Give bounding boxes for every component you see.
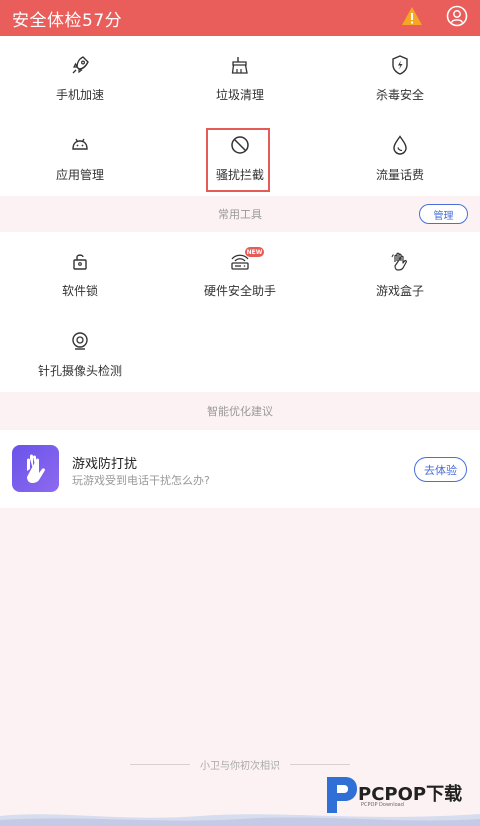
camera-icon — [72, 332, 88, 350]
android-icon — [72, 138, 88, 150]
broom-icon — [231, 57, 248, 74]
grid-item-speedup[interactable]: 手机加速 — [0, 36, 160, 116]
watermark-subtitle: PCPOP Download — [361, 802, 404, 808]
hand-icon — [27, 454, 45, 483]
lock-icon — [73, 254, 87, 270]
shield-icon — [392, 55, 408, 75]
tool-item-label: 针孔摄像头检测 — [37, 364, 122, 378]
tool-item-hardware-assistant[interactable]: 硬件安全助手 — [160, 232, 320, 312]
tool-item-app-lock[interactable]: 软件锁 — [0, 232, 160, 312]
grid-item-label: 杀毒安全 — [375, 88, 424, 102]
suggestion-card[interactable]: 游戏防打扰 玩游戏受到电话干扰怎么办? — [0, 430, 480, 508]
grid-item-app-manage[interactable]: 应用管理 — [0, 116, 160, 196]
tool-item-label: 游戏盒子 — [375, 284, 424, 298]
tools-section-header: 常用工具 管理 — [0, 196, 480, 232]
watermark: PCPOP下载 PCPOP Download — [323, 775, 473, 815]
selection-highlight — [206, 128, 270, 192]
drop-icon — [393, 135, 407, 155]
grid-item-label: 垃圾清理 — [215, 88, 264, 102]
tools-grid: 软件锁 硬件安全助手 游戏盒子 针孔摄像头检测 — [0, 232, 480, 392]
user-icon[interactable] — [446, 5, 468, 27]
grid-item-data-usage[interactable]: 流量话费 — [320, 116, 480, 196]
rocket-icon — [72, 56, 89, 74]
section-title: 智能优化建议 — [207, 405, 273, 418]
grid-item-label: 应用管理 — [55, 168, 104, 182]
top-bar: 安全体检57分 — [0, 0, 480, 36]
manage-button[interactable]: 管理 — [419, 204, 468, 224]
footer-text: 小卫与你初次相识 — [200, 761, 280, 772]
section-title: 常用工具 — [218, 208, 262, 221]
watermark-logo-icon — [327, 777, 357, 813]
tool-item-label: 软件锁 — [61, 284, 98, 298]
grid-item-cleanup[interactable]: 垃圾清理 — [160, 36, 320, 116]
tool-item-game-box[interactable]: 游戏盒子 — [320, 232, 480, 312]
grid-item-label: 流量话费 — [375, 168, 424, 182]
page-title: 安全体检57分 — [12, 10, 123, 31]
new-badge: NEW — [245, 247, 264, 257]
tool-item-camera-detect[interactable]: 针孔摄像头检测 — [0, 312, 160, 392]
try-button[interactable]: 去体验 — [414, 457, 467, 482]
hand-icon — [391, 252, 407, 271]
warning-icon[interactable] — [401, 6, 423, 26]
tool-item-label: 硬件安全助手 — [203, 284, 276, 298]
game-guard-app-icon — [12, 445, 59, 492]
grid-item-label: 手机加速 — [55, 88, 104, 102]
suggestion-subtitle: 玩游戏受到电话干扰怎么办? — [72, 474, 210, 487]
suggestion-title: 游戏防打扰 — [72, 457, 138, 472]
suggest-section-header: 智能优化建议 — [0, 392, 480, 430]
grid-item-antivirus[interactable]: 杀毒安全 — [320, 36, 480, 116]
